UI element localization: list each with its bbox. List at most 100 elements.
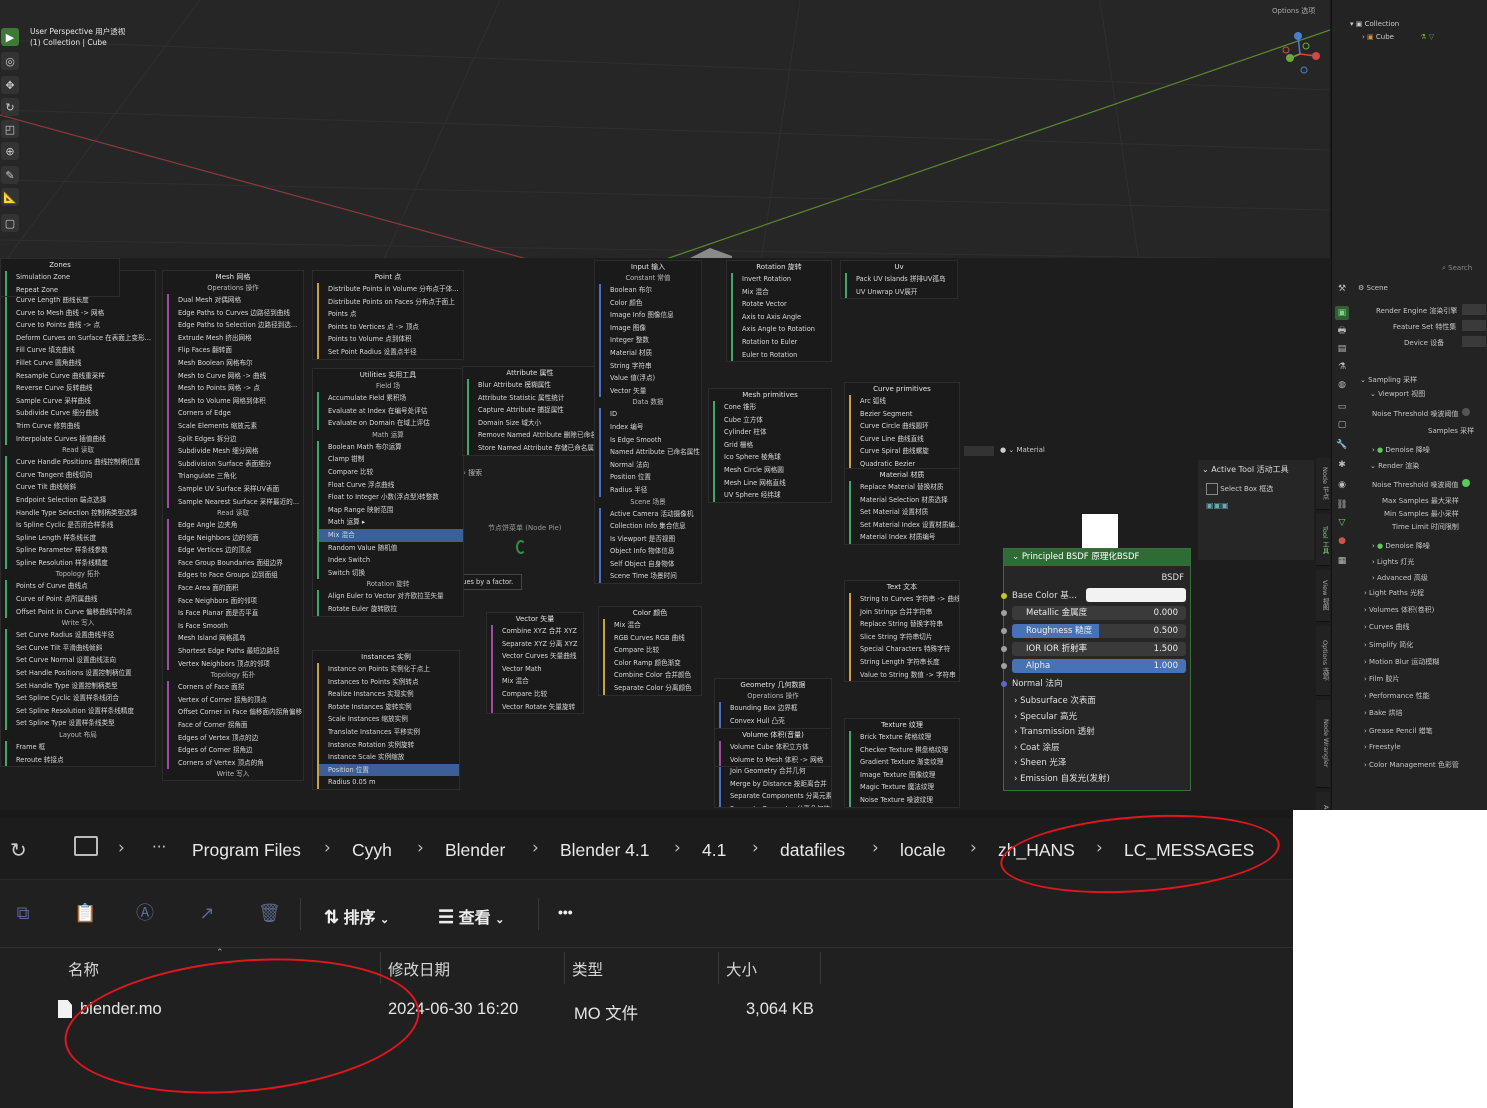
column-date[interactable]: 修改日期 (388, 958, 450, 980)
transform-tool-icon[interactable]: ⊕ (1, 142, 19, 160)
navigation-gizmo[interactable] (1274, 28, 1326, 80)
properties-section[interactable]: › Motion Blur 运动模糊 (1364, 657, 1439, 667)
menu-item[interactable]: Fillet Curve 圆角曲线 (5, 356, 155, 370)
add-cube-tool-icon[interactable]: ▢ (1, 214, 19, 232)
menu-item[interactable]: Separate Geometry 分离几何体 (719, 802, 831, 807)
menu-item[interactable]: String Length 字符串长度 (849, 655, 959, 669)
menu-item[interactable]: Boolean 布尔 (599, 284, 701, 297)
denoise-render-panel[interactable]: › ● Denoise 降噪 (1372, 541, 1430, 551)
properties-section[interactable]: › Film 胶片 (1364, 674, 1399, 684)
menu-item[interactable]: Math 运算 ▸ (317, 516, 463, 529)
menu-item[interactable]: Curve Spiral 曲线螺旋 (849, 445, 959, 458)
properties-section[interactable]: › Volumes 体积(卷积) (1364, 605, 1434, 615)
paste-icon[interactable]: 📋 (74, 903, 96, 925)
roughness-field[interactable]: Roughness 糙度 0.500 (1012, 624, 1186, 638)
menu-item[interactable]: Axis Angle to Rotation (731, 323, 831, 336)
outliner-panel[interactable]: ▾ ▣ Collection › ▣ Cube ⚗ ▽ (1331, 0, 1487, 258)
menu-item[interactable]: Switch 切换 (317, 566, 463, 580)
menu-item[interactable]: Rotate Instances 旋转实例 (317, 700, 459, 714)
move-tool-icon[interactable]: ✥ (1, 76, 19, 94)
column-size[interactable]: 大小 (726, 958, 757, 980)
breadcrumb-separator[interactable]: › (532, 838, 539, 858)
menu-item[interactable]: Gradient Texture 渐变纹理 (849, 756, 959, 769)
menu-item[interactable]: Material 材质 (599, 346, 701, 360)
menu-item[interactable]: Grid 栅格 (713, 438, 831, 452)
menu-item[interactable]: Simulation Zone (5, 271, 119, 284)
menu-item[interactable]: Set Spline Type 设置样条线类型 (5, 717, 155, 730)
menu-item[interactable]: Image 图像 (599, 321, 701, 335)
properties-search[interactable]: ⌕ Search (1442, 264, 1472, 273)
menu-item[interactable]: Voronoi Texture 沃罗诺伊纹理 (849, 806, 959, 807)
menu-item[interactable]: Set Curve Radius 设置曲线半径 (5, 629, 155, 642)
menu-item[interactable]: Set Point Radius 设置点半径 (317, 345, 463, 359)
view-layer-tab-icon[interactable]: ▤ (1335, 342, 1349, 356)
select-box-tool[interactable]: Select Box 框选 (1198, 483, 1314, 495)
menu-item[interactable]: Edge Neighbors 边的邻面 (167, 531, 303, 545)
column-divider[interactable] (820, 952, 821, 984)
column-divider[interactable] (564, 952, 565, 984)
menu-item[interactable]: Set Curve Tilt 平滑曲线倾斜 (5, 641, 155, 655)
menu-item[interactable]: Curve to Points 曲线 -> 点 (5, 319, 155, 332)
active-tool-header[interactable]: ⌄ Active Tool 活动工具 (1198, 460, 1314, 479)
menu-item[interactable]: Capture Attribute 捕捉属性 (467, 404, 597, 417)
bsdf-subpanel[interactable]: › Specular 高光 (1014, 710, 1077, 722)
alpha-field[interactable]: Alpha 1.000 (1012, 659, 1186, 673)
sidebar-tab[interactable]: View 视图 (1316, 570, 1330, 622)
column-type[interactable]: 类型 (572, 958, 603, 980)
menu-item[interactable]: Special Characters 特殊字符 (849, 643, 959, 656)
menu-item[interactable]: Invert Rotation (731, 273, 831, 286)
menu-item[interactable]: Set Material 设置材质 (849, 506, 959, 519)
properties-section[interactable]: › Color Management 色彩管 (1364, 760, 1459, 770)
menu-item[interactable]: Instance Rotation 实例旋转 (317, 738, 459, 752)
menu-item[interactable]: Resample Curve 曲线重采样 (5, 369, 155, 383)
menu-item[interactable]: Corners of Edge (167, 407, 303, 420)
menu-item[interactable]: Float to Integer 小数(浮点型)转整数 (317, 491, 463, 504)
menu-item[interactable]: Mesh to Volume 网格到体积 (167, 394, 303, 408)
column-divider[interactable] (718, 952, 719, 984)
menu-item[interactable]: Mesh to Points 网格 -> 点 (167, 382, 303, 395)
menu-item[interactable]: Deform Curves on Surface 在表面上变形... (5, 331, 155, 345)
tool-tab-icon[interactable]: ⚒ (1335, 282, 1349, 296)
properties-section[interactable]: › Curves 曲线 (1364, 622, 1410, 632)
menu-item[interactable]: Is Face Smooth (167, 619, 303, 633)
world-tab-icon[interactable]: ◍ (1335, 378, 1349, 392)
render-subpanel[interactable]: ⌄ Render 渲染 (1370, 461, 1419, 471)
menu-item[interactable]: Clamp 钳制 (317, 453, 463, 466)
menu-item[interactable]: Vector Math (491, 662, 583, 676)
menu-item[interactable]: Subdivision Surface 表面细分 (167, 457, 303, 471)
menu-item[interactable]: Convex Hull 凸壳 (719, 714, 831, 728)
sidebar-tab[interactable]: Tool 工具 (1316, 514, 1330, 566)
menu-item[interactable]: Set Spline Resolution 设置样条线精度 (5, 704, 155, 718)
principled-bsdf-node[interactable]: ⌄ Principled BSDF 原理化BSDF BSDF Base Colo… (1001, 548, 1191, 791)
menu-item[interactable]: Corners of Face 面拐 (167, 681, 303, 694)
menu-item[interactable]: Position 位置 (317, 763, 459, 777)
device-dropdown[interactable] (1462, 336, 1486, 347)
breadcrumb-separator[interactable]: › (872, 838, 879, 858)
menu-item[interactable]: Slice String 字符串切片 (849, 630, 959, 644)
menu-item[interactable]: Color 颜色 (599, 296, 701, 310)
bsdf-header[interactable]: ⌄ Principled BSDF 原理化BSDF (1004, 549, 1190, 566)
menu-item[interactable]: Bezier Segment (849, 407, 959, 421)
menu-item[interactable]: Domain Size 域大小 (467, 416, 597, 430)
menu-item[interactable]: Mesh Boolean 网格布尔 (167, 356, 303, 370)
noise-threshold-checkbox[interactable] (1462, 408, 1470, 416)
menu-item[interactable]: Value 值(浮点) (599, 372, 701, 385)
menu-item[interactable]: Boolean Math 布尔运算 (317, 440, 463, 454)
menu-item[interactable]: Points 点 (317, 308, 463, 321)
material-selector[interactable]: ● ⌄ Material (1000, 446, 1045, 454)
menu-item[interactable]: Combine Color 合并颜色 (603, 669, 701, 682)
menu-item[interactable]: Shortest Edge Paths 最短边路径 (167, 645, 303, 658)
breadcrumb-item[interactable]: Blender (445, 840, 505, 861)
breadcrumb-item[interactable]: Cyyh (352, 840, 392, 861)
metallic-socket[interactable] (1001, 610, 1007, 616)
menu-item[interactable]: Curve Line 曲线直线 (849, 432, 959, 446)
menu-item[interactable]: Self Object 自身物体 (599, 557, 701, 571)
breadcrumb-separator[interactable]: › (674, 838, 681, 858)
menu-item[interactable]: Map Range 映射范围 (317, 503, 463, 517)
data-tab-icon[interactable]: ▽ (1335, 516, 1349, 530)
menu-item[interactable]: Distribute Points in Volume 分布点于体... (317, 283, 463, 296)
scale-tool-icon[interactable]: ◰ (1, 120, 19, 138)
menu-item[interactable]: Vector Curves 矢量曲线 (491, 650, 583, 663)
breadcrumb-item[interactable]: Blender 4.1 (560, 840, 650, 861)
menu-item[interactable]: Scale Elements 缩放元素 (167, 419, 303, 433)
